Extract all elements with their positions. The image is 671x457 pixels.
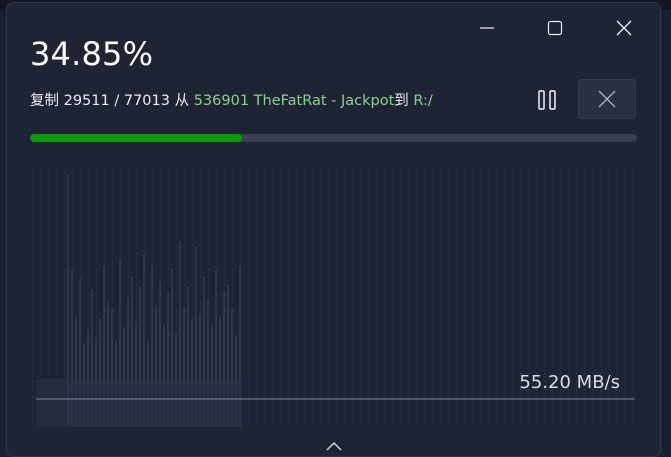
to-word: 到 — [394, 93, 409, 109]
progress-bar-fill — [30, 134, 242, 142]
maximize-icon — [547, 20, 563, 36]
transfer-speed: 55.20 MB/s — [519, 372, 620, 393]
from-word: 从 — [174, 93, 190, 109]
chevron-up-icon — [326, 442, 342, 451]
graph-history-area — [36, 379, 242, 427]
maximize-button[interactable] — [535, 13, 575, 43]
close-icon — [598, 90, 616, 108]
progress-bar — [30, 134, 637, 142]
copy-status-text: 复制 29511 / 77013 从 536901 TheFatRat - Ja… — [30, 89, 433, 110]
destination-link[interactable]: R:/ — [413, 93, 432, 109]
close-window-button[interactable] — [604, 13, 644, 43]
minimize-button[interactable] — [467, 13, 507, 43]
file-copy-dialog: 34.85% 复制 29511 / 77013 从 536901 TheFatR… — [6, 2, 661, 457]
expand-details-button[interactable] — [321, 437, 347, 455]
source-link[interactable]: 536901 TheFatRat - Jackpot — [194, 93, 395, 109]
pause-button[interactable] — [529, 83, 565, 117]
copy-prefix: 复制 — [30, 93, 59, 109]
progress-percent: 34.85% — [30, 35, 154, 73]
pause-icon — [538, 90, 556, 110]
close-icon — [616, 20, 632, 36]
minimize-icon — [480, 27, 494, 29]
cancel-button[interactable] — [578, 79, 636, 119]
copy-count: 29511 / 77013 — [63, 93, 170, 109]
